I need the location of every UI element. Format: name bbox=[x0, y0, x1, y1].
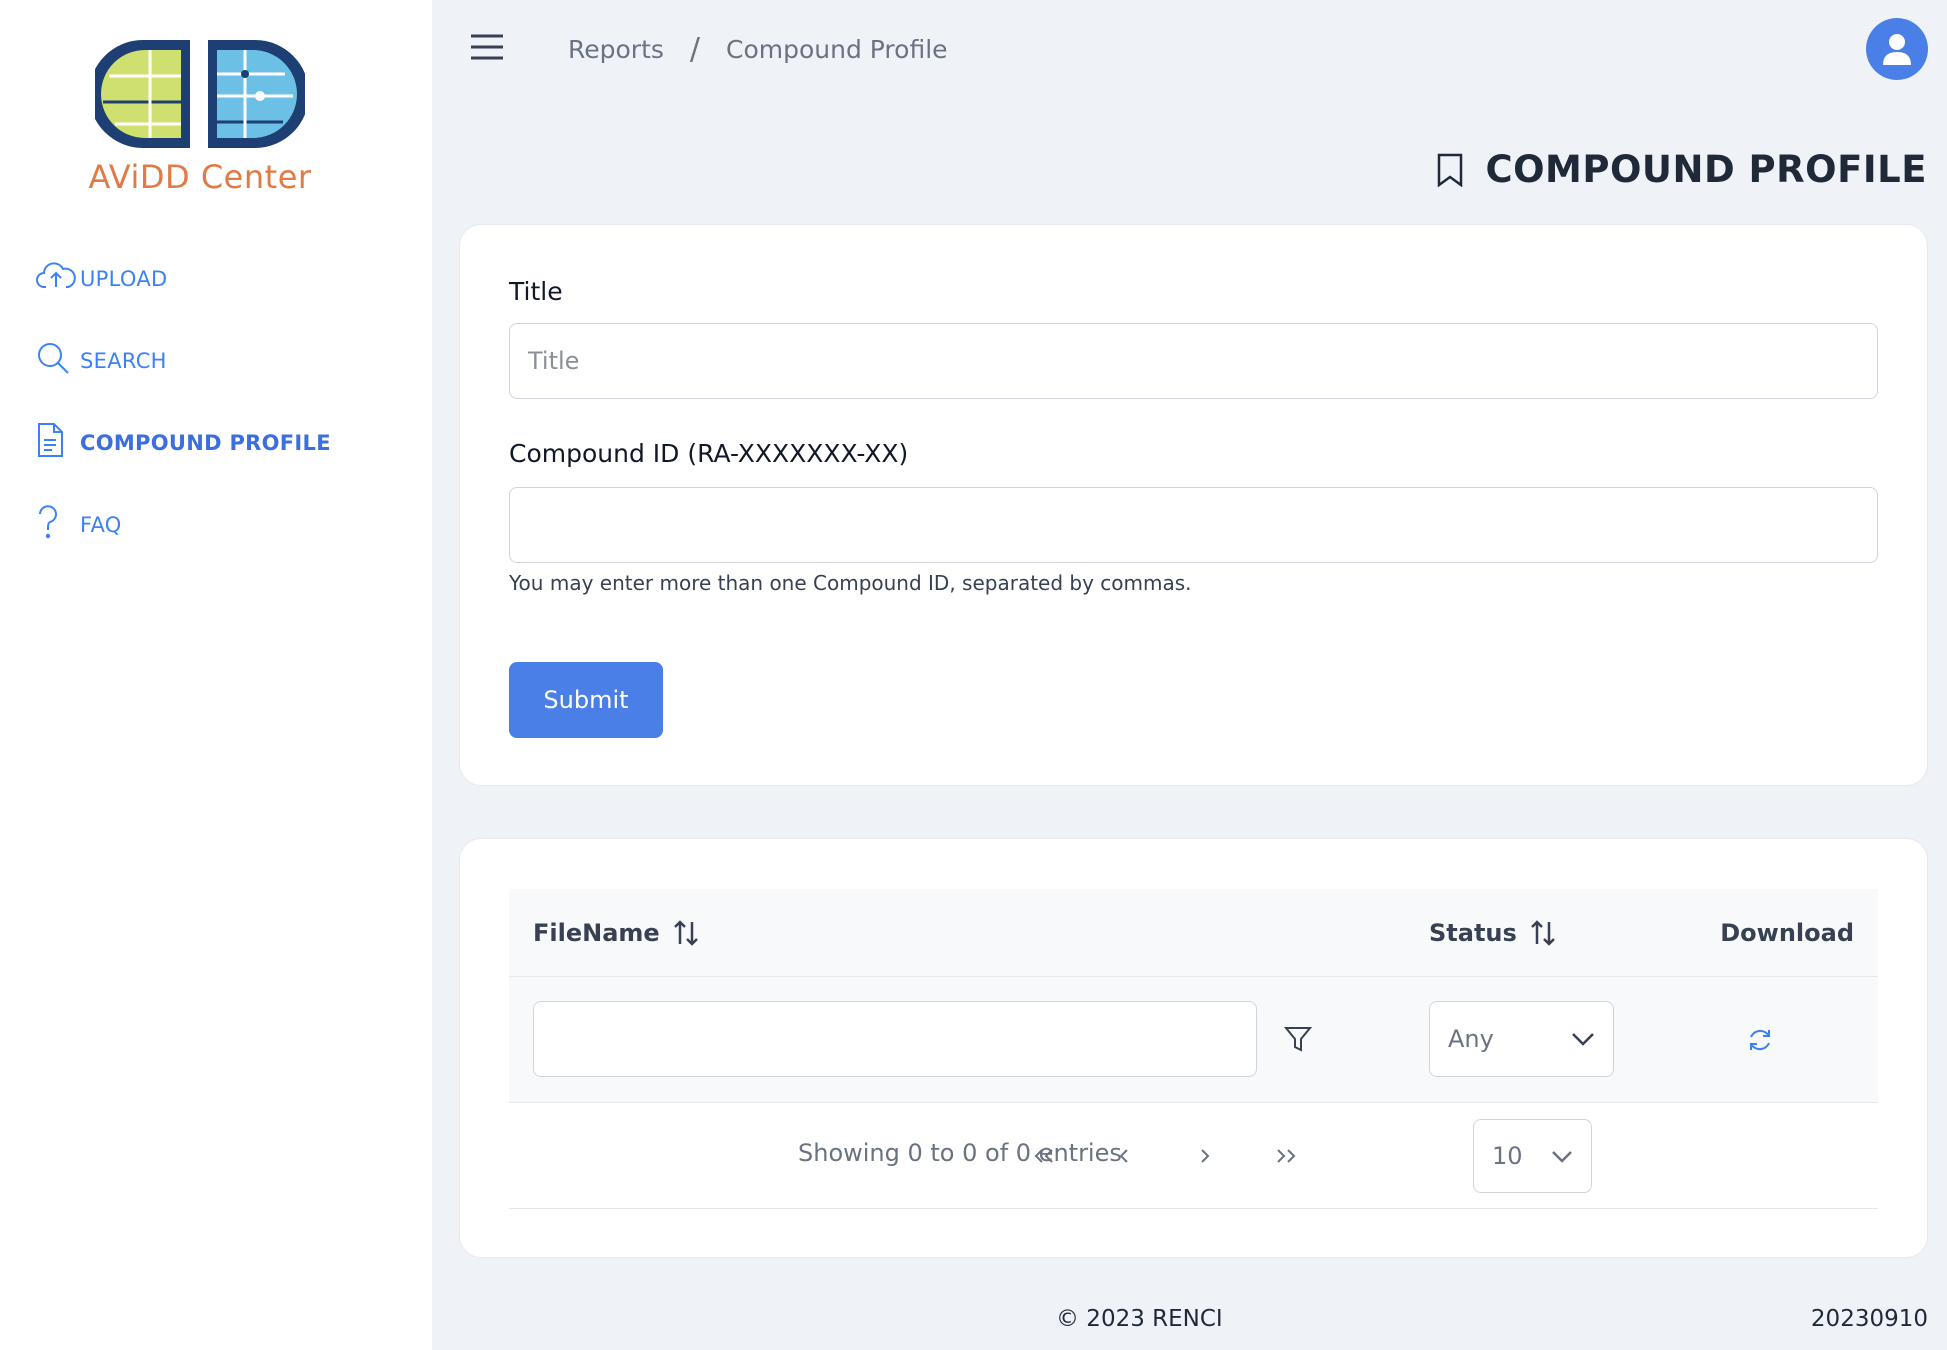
title-input[interactable] bbox=[509, 323, 1878, 399]
table-header: FileName Status Download bbox=[509, 889, 1878, 977]
compound-form-card: Title Compound ID (RA-XXXXXXX-XX) You ma… bbox=[459, 224, 1928, 786]
breadcrumb-reports[interactable]: Reports bbox=[568, 35, 664, 64]
last-page-button[interactable] bbox=[1271, 1141, 1301, 1171]
sidebar-item-faq[interactable]: FAQ bbox=[36, 484, 331, 566]
footer-copyright: © 2023 RENCI bbox=[1056, 1306, 1223, 1332]
footer-version: 20230910 bbox=[1810, 1306, 1928, 1332]
sidebar-item-upload[interactable]: UPLOAD bbox=[36, 238, 331, 320]
question-icon bbox=[36, 505, 80, 545]
chevrons-right-icon bbox=[1277, 1149, 1296, 1163]
column-download: Download bbox=[1720, 889, 1854, 977]
sidebar-item-label: COMPOUND PROFILE bbox=[80, 431, 331, 455]
rows-per-page-value: 10 bbox=[1492, 1142, 1523, 1170]
avidd-logo bbox=[95, 40, 305, 148]
chevron-down-icon bbox=[1552, 1150, 1572, 1163]
hamburger-icon bbox=[471, 34, 503, 60]
bookmark-icon bbox=[1438, 153, 1463, 187]
page-info: Showing 0 to 0 of 0 entries bbox=[798, 1139, 1122, 1167]
page-title: COMPOUND PROFILE bbox=[1437, 148, 1927, 191]
sidebar-item-label: FAQ bbox=[80, 513, 122, 537]
cloud-upload-icon bbox=[36, 259, 80, 299]
file-icon bbox=[36, 423, 80, 463]
status-filter-value: Any bbox=[1448, 1025, 1494, 1053]
logo-text: AViDD Center bbox=[88, 158, 312, 196]
chevrons-left-icon bbox=[1034, 1149, 1053, 1163]
filename-filter-input[interactable] bbox=[533, 1001, 1257, 1077]
breadcrumb-current: Compound Profile bbox=[726, 35, 948, 64]
column-download-label: Download bbox=[1720, 919, 1854, 947]
paginator: Showing 0 to 0 of 0 entries 10 bbox=[509, 1103, 1878, 1209]
breadcrumb-separator: / bbox=[689, 32, 701, 67]
rows-per-page-select[interactable]: 10 bbox=[1473, 1119, 1592, 1193]
filter-icon[interactable] bbox=[1283, 1025, 1313, 1057]
sidebar-item-label: SEARCH bbox=[80, 349, 167, 373]
refresh-icon[interactable] bbox=[1747, 1027, 1773, 1057]
sort-icon bbox=[1530, 920, 1555, 946]
breadcrumb: Reports / Compound Profile bbox=[568, 32, 948, 67]
title-label: Title bbox=[509, 277, 563, 306]
column-status-label: Status bbox=[1429, 919, 1517, 947]
user-avatar-button[interactable] bbox=[1866, 18, 1928, 80]
sidebar: AViDD Center UPLOAD SEARCH COMPOUND PROF… bbox=[0, 0, 432, 1350]
sidebar-item-label: UPLOAD bbox=[80, 267, 168, 291]
column-filename-label: FileName bbox=[533, 919, 660, 947]
search-icon bbox=[36, 341, 80, 381]
status-filter-select[interactable]: Any bbox=[1429, 1001, 1614, 1077]
filter-row: Any bbox=[509, 977, 1878, 1103]
chevron-left-icon bbox=[1119, 1149, 1128, 1163]
sidebar-item-search[interactable]: SEARCH bbox=[36, 320, 331, 402]
sort-icon bbox=[673, 920, 698, 946]
page-title-text: COMPOUND PROFILE bbox=[1485, 148, 1927, 191]
compound-id-input[interactable] bbox=[509, 487, 1878, 563]
column-filename[interactable]: FileName bbox=[533, 889, 700, 977]
column-status[interactable]: Status bbox=[1429, 889, 1557, 977]
compound-id-hint: You may enter more than one Compound ID,… bbox=[509, 571, 1192, 595]
chevron-down-icon bbox=[1572, 1033, 1594, 1046]
chevron-right-icon bbox=[1201, 1149, 1210, 1163]
first-page-button[interactable] bbox=[1029, 1141, 1059, 1171]
prev-page-button[interactable] bbox=[1109, 1141, 1139, 1171]
user-icon bbox=[1883, 34, 1911, 65]
compound-id-label: Compound ID (RA-XXXXXXX-XX) bbox=[509, 439, 909, 468]
sidebar-nav: UPLOAD SEARCH COMPOUND PROFILE FAQ bbox=[36, 238, 331, 566]
results-table-card: FileName Status Download Any Showing 0 t… bbox=[459, 838, 1928, 1258]
sidebar-item-compound-profile[interactable]: COMPOUND PROFILE bbox=[36, 402, 331, 484]
next-page-button[interactable] bbox=[1190, 1141, 1220, 1171]
menu-toggle-button[interactable] bbox=[470, 34, 508, 64]
submit-button[interactable]: Submit bbox=[509, 662, 663, 738]
